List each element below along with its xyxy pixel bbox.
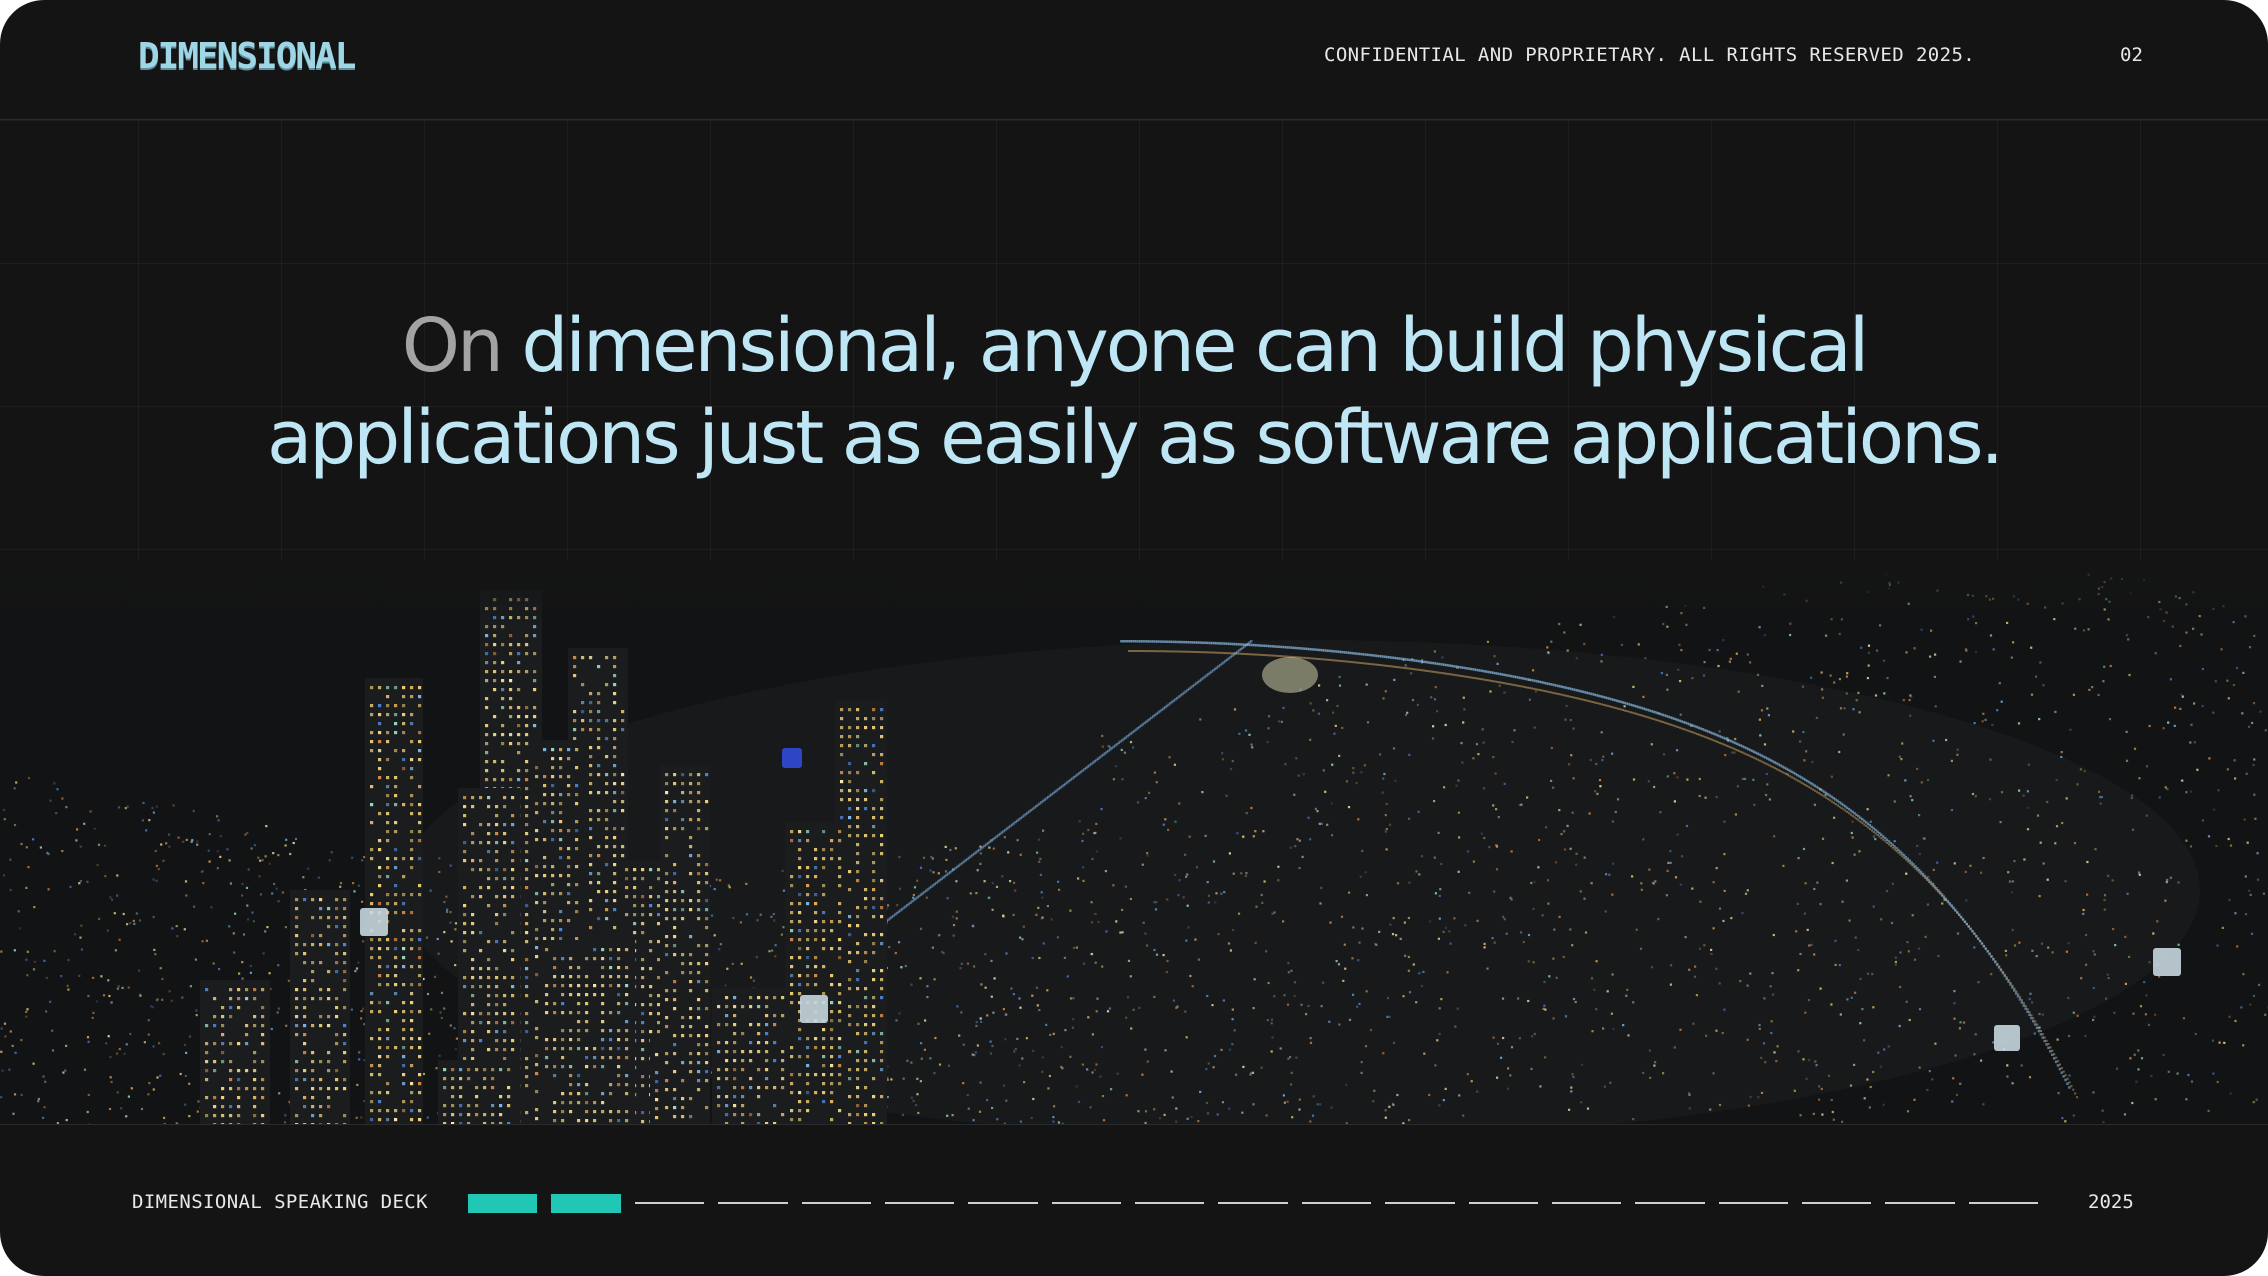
progress-segment	[1635, 1202, 1705, 1204]
progress-segment	[884, 1202, 955, 1204]
slide: DIMENSIONAL CONFIDENTIAL AND PROPRIETARY…	[0, 0, 2268, 1276]
headline-accent-1: dimensional, anyone can build physical	[521, 303, 1869, 389]
progress-segment-complete	[468, 1193, 538, 1213]
deck-label: DIMENSIONAL SPEAKING DECK	[132, 1191, 428, 1213]
headline: On dimensional, anyone can build physica…	[0, 300, 2268, 484]
footer-year: 2025	[2088, 1191, 2134, 1213]
headline-line-2: applications just as easily as software …	[266, 395, 2004, 481]
progress-segment	[1885, 1202, 1955, 1204]
progress-segment	[968, 1202, 1038, 1204]
header: DIMENSIONAL CONFIDENTIAL AND PROPRIETARY…	[0, 0, 2268, 120]
progress-segment	[718, 1202, 788, 1204]
slide-progress-bar	[468, 1193, 2039, 1213]
brand-logo: DIMENSIONAL	[138, 36, 356, 77]
progress-segment	[1551, 1202, 1622, 1204]
progress-segment	[1802, 1202, 1872, 1204]
progress-segment	[1301, 1202, 1372, 1204]
progress-segment	[634, 1202, 705, 1204]
progress-segment-complete	[551, 1193, 621, 1213]
progress-segment	[1218, 1202, 1288, 1204]
progress-segment	[801, 1202, 871, 1204]
progress-segment	[1385, 1202, 1455, 1204]
confidential-notice: CONFIDENTIAL AND PROPRIETARY. ALL RIGHTS…	[1324, 44, 1976, 66]
page-number: 02	[2120, 44, 2143, 66]
progress-segment	[1468, 1202, 1538, 1204]
footer: DIMENSIONAL SPEAKING DECK 2025	[0, 1124, 2268, 1276]
progress-segment	[1968, 1202, 2039, 1204]
progress-segment	[1051, 1202, 1121, 1204]
progress-segment	[1135, 1202, 1205, 1204]
headline-muted: On	[401, 303, 504, 389]
progress-segment	[1718, 1202, 1788, 1204]
night-city-aerial-image	[0, 560, 2268, 1125]
headline-line-1: On dimensional, anyone can build physica…	[0, 300, 2268, 392]
